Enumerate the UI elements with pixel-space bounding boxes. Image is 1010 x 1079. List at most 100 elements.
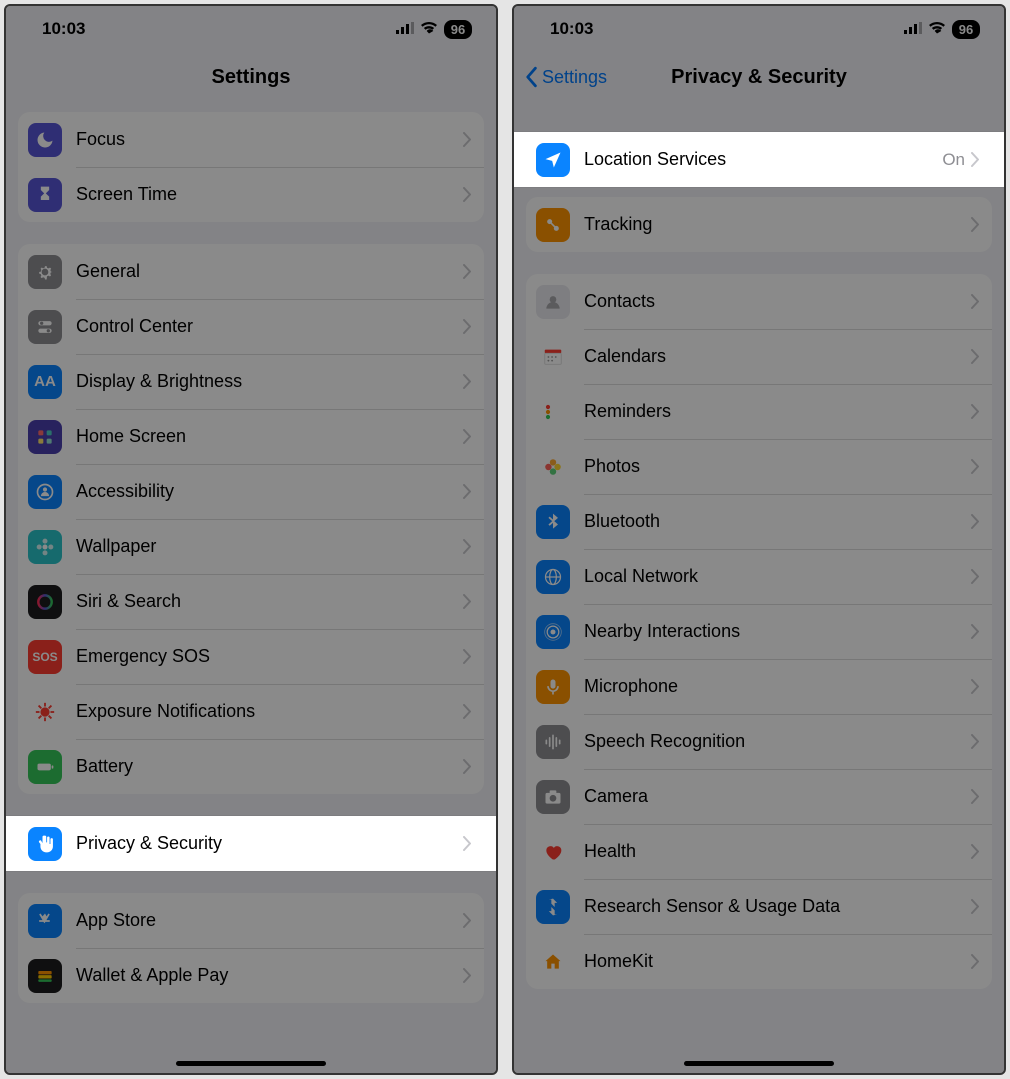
chevron-right-icon (971, 789, 980, 804)
settings-group: App Store Wallet & Apple Pay (18, 893, 484, 1003)
settings-group: Contacts Calendars Reminders Photos Blue… (526, 274, 992, 989)
battery-level: 96 (952, 20, 980, 39)
row-focus[interactable]: Focus (18, 112, 484, 167)
contacts-icon (536, 285, 570, 319)
row-control-center[interactable]: Control Center (18, 299, 484, 354)
covid-icon (28, 695, 62, 729)
row-value: On (942, 150, 965, 170)
chevron-right-icon (463, 913, 472, 928)
aa-icon: AA (28, 365, 62, 399)
row-label: Reminders (584, 401, 971, 422)
settings-group: Focus Screen Time (18, 112, 484, 222)
hourglass-icon (28, 178, 62, 212)
chevron-right-icon (971, 349, 980, 364)
row-label: Photos (584, 456, 971, 477)
back-button[interactable]: Settings (524, 52, 607, 102)
reminders-icon (536, 395, 570, 429)
nav-bar: Settings Privacy & Security (514, 52, 1004, 102)
siri-icon (28, 585, 62, 619)
sos-icon: SOS (28, 640, 62, 674)
row-camera[interactable]: Camera (526, 769, 992, 824)
row-label: HomeKit (584, 951, 971, 972)
chevron-right-icon (971, 954, 980, 969)
row-label: Emergency SOS (76, 646, 463, 667)
row-calendars[interactable]: Calendars (526, 329, 992, 384)
row-label: Siri & Search (76, 591, 463, 612)
row-battery[interactable]: Battery (18, 739, 484, 794)
appstore-icon (28, 904, 62, 938)
flower-icon (28, 530, 62, 564)
chevron-right-icon (971, 734, 980, 749)
settings-list[interactable]: Focus Screen Time General Control Center… (6, 102, 496, 1073)
row-label: Home Screen (76, 426, 463, 447)
row-wallpaper[interactable]: Wallpaper (18, 519, 484, 574)
row-accessibility[interactable]: Accessibility (18, 464, 484, 519)
row-privacy[interactable]: Privacy & Security (18, 816, 484, 871)
chevron-right-icon (971, 404, 980, 419)
row-exposure[interactable]: Exposure Notifications (18, 684, 484, 739)
row-photos[interactable]: Photos (526, 439, 992, 494)
row-reminders[interactable]: Reminders (526, 384, 992, 439)
row-health[interactable]: Health (526, 824, 992, 879)
chevron-right-icon (463, 374, 472, 389)
battery-icon (28, 750, 62, 784)
row-label: Location Services (584, 149, 942, 170)
row-location[interactable]: Location Services On (526, 132, 992, 187)
row-general[interactable]: General (18, 244, 484, 299)
row-app-store[interactable]: App Store (18, 893, 484, 948)
chevron-right-icon (463, 594, 472, 609)
phone-left-settings: 10:03 96 Settings Focus Screen Time Gene… (4, 4, 498, 1075)
row-emergency[interactable]: SOS Emergency SOS (18, 629, 484, 684)
row-research[interactable]: Research Sensor & Usage Data (526, 879, 992, 934)
row-tracking[interactable]: Tracking (526, 197, 992, 252)
settings-group: General Control Center AA Display & Brig… (18, 244, 484, 794)
row-bluetooth[interactable]: Bluetooth (526, 494, 992, 549)
nav-bar: Settings (6, 52, 496, 102)
privacy-list[interactable]: Location Services On Tracking Contacts C… (514, 102, 1004, 1073)
row-screen-time[interactable]: Screen Time (18, 167, 484, 222)
row-label: General (76, 261, 463, 282)
row-label: Display & Brightness (76, 371, 463, 392)
person-icon (28, 475, 62, 509)
gear-icon (28, 255, 62, 289)
research-icon (536, 890, 570, 924)
battery-level: 96 (444, 20, 472, 39)
row-local-network[interactable]: Local Network (526, 549, 992, 604)
row-microphone[interactable]: Microphone (526, 659, 992, 714)
cellular-icon (904, 19, 922, 39)
nearby-icon (536, 615, 570, 649)
home-indicator[interactable] (684, 1061, 834, 1066)
row-label: Nearby Interactions (584, 621, 971, 642)
home-icon (536, 945, 570, 979)
hand-icon (28, 827, 62, 861)
row-contacts[interactable]: Contacts (526, 274, 992, 329)
row-display[interactable]: AA Display & Brightness (18, 354, 484, 409)
row-label: Battery (76, 756, 463, 777)
chevron-right-icon (971, 899, 980, 914)
heart-icon (536, 835, 570, 869)
chevron-right-icon (971, 569, 980, 584)
status-bar: 10:03 96 (6, 6, 496, 52)
bluetooth-icon (536, 505, 570, 539)
row-label: Bluetooth (584, 511, 971, 532)
grid-icon (28, 420, 62, 454)
camera-icon (536, 780, 570, 814)
row-speech[interactable]: Speech Recognition (526, 714, 992, 769)
row-homekit[interactable]: HomeKit (526, 934, 992, 989)
chevron-right-icon (971, 294, 980, 309)
chevron-right-icon (463, 539, 472, 554)
chevron-right-icon (463, 132, 472, 147)
row-label: Health (584, 841, 971, 862)
switches-icon (28, 310, 62, 344)
clock: 10:03 (550, 19, 593, 39)
row-wallet[interactable]: Wallet & Apple Pay (18, 948, 484, 1003)
chevron-right-icon (971, 624, 980, 639)
home-indicator[interactable] (176, 1061, 326, 1066)
wifi-icon (928, 19, 946, 39)
chevron-right-icon (463, 319, 472, 334)
row-nearby[interactable]: Nearby Interactions (526, 604, 992, 659)
chevron-right-icon (971, 844, 980, 859)
row-home-screen[interactable]: Home Screen (18, 409, 484, 464)
row-label: Camera (584, 786, 971, 807)
row-siri[interactable]: Siri & Search (18, 574, 484, 629)
